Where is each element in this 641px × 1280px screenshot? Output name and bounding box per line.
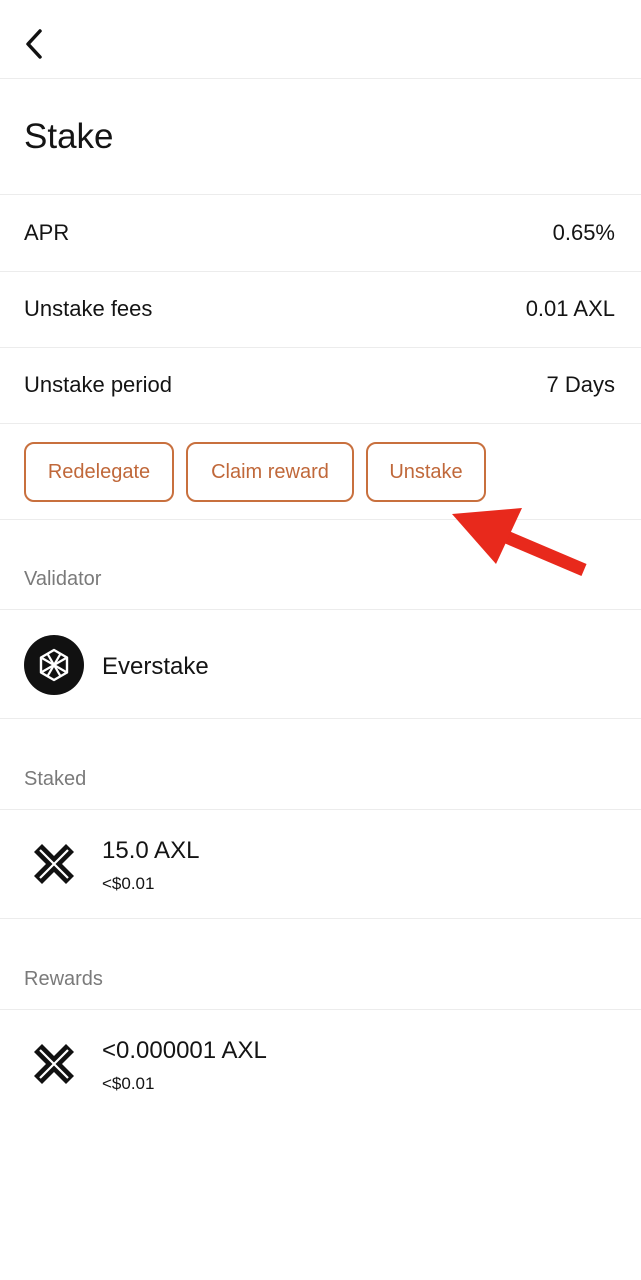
- axelar-logo-icon: [28, 1038, 80, 1090]
- rewards-section-label: Rewards: [24, 968, 103, 990]
- staked-fiat-value: <$0.01: [102, 874, 155, 893]
- unstake-period-row: Unstake period 7 Days: [0, 347, 641, 424]
- apr-label: APR: [24, 220, 70, 245]
- rewards-section-header: Rewards: [0, 920, 641, 1010]
- unstake-fees-label: Unstake fees: [24, 296, 153, 321]
- top-bar: [0, 0, 641, 79]
- unstake-period-label: Unstake period: [24, 372, 172, 397]
- title-row: Stake: [0, 79, 641, 195]
- staked-row: 15.0 AXL <$0.01: [0, 811, 641, 919]
- chevron-left-icon: [26, 29, 42, 59]
- staked-section-label: Staked: [24, 768, 87, 790]
- apr-value: 0.65%: [552, 220, 615, 245]
- everstake-logo-icon: [24, 635, 84, 695]
- staked-amount: 15.0 AXL: [102, 837, 200, 864]
- redelegate-button[interactable]: Redelegate: [24, 442, 174, 502]
- axelar-logo-icon: [28, 838, 80, 890]
- staked-section-header: Staked: [0, 720, 641, 810]
- apr-row: APR 0.65%: [0, 195, 641, 272]
- rewards-row: <0.000001 AXL <$0.01: [0, 1011, 641, 1119]
- unstake-fees-row: Unstake fees 0.01 AXL: [0, 271, 641, 348]
- rewards-fiat-value: <$0.01: [102, 1074, 155, 1093]
- validator-section-header: Validator: [0, 520, 641, 610]
- back-button[interactable]: [14, 22, 54, 66]
- rewards-amount: <0.000001 AXL: [102, 1037, 267, 1064]
- validator-section-label: Validator: [24, 568, 102, 590]
- page-title: Stake: [24, 117, 114, 156]
- unstake-button[interactable]: Unstake: [366, 442, 486, 502]
- validator-row[interactable]: Everstake: [0, 611, 641, 719]
- claim-reward-button[interactable]: Claim reward: [186, 442, 354, 502]
- unstake-period-value: 7 Days: [546, 372, 615, 397]
- unstake-fees-value: 0.01 AXL: [525, 296, 615, 321]
- validator-name: Everstake: [102, 653, 209, 680]
